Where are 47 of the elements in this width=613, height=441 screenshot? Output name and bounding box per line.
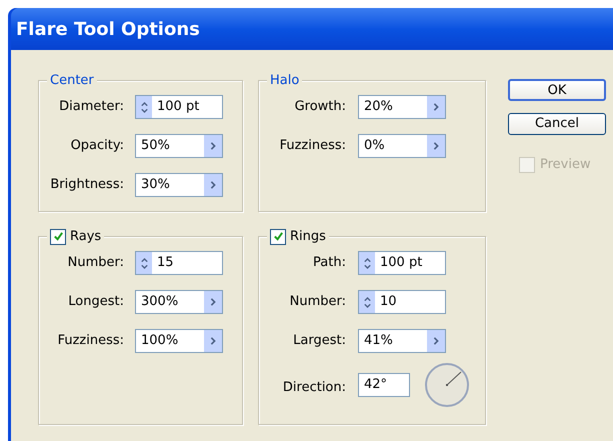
group-title: Center <box>50 72 94 90</box>
dialog-button[interactable]: Cancel <box>508 113 606 135</box>
input-field[interactable]: 50% <box>135 134 223 158</box>
checkmark-icon <box>272 231 284 242</box>
input-field[interactable]: 20% <box>358 95 446 119</box>
field-label: Diameter: <box>58 98 124 116</box>
chevron-right-icon[interactable] <box>427 135 445 157</box>
input-field[interactable]: 10 <box>358 290 446 314</box>
field-label: Growth: <box>294 98 346 116</box>
field-label: Longest: <box>67 293 124 312</box>
chevron-right-icon[interactable] <box>204 135 222 157</box>
field-label: Opacity: <box>70 137 124 156</box>
spinner-icon[interactable] <box>136 252 152 274</box>
checkbox-label: Rays <box>70 228 102 246</box>
input-field[interactable]: 300% <box>135 290 223 314</box>
field-label: Largest: <box>292 332 346 350</box>
input-field[interactable]: 100% <box>135 329 223 353</box>
field-label: Path: <box>312 254 346 272</box>
field-label: Direction: <box>282 379 346 398</box>
spinner-icon[interactable] <box>359 291 375 313</box>
checkbox[interactable] <box>270 228 286 245</box>
dialog-button[interactable]: OK <box>508 79 606 101</box>
field-label: Number: <box>66 254 124 272</box>
checkmark-icon <box>52 231 64 242</box>
window-title: Flare Tool Options <box>16 18 200 42</box>
checkbox-label: Rings <box>290 228 326 246</box>
input-field[interactable]: 30% <box>135 173 223 197</box>
field-label: Fuzziness: <box>278 137 346 156</box>
chevron-right-icon[interactable] <box>427 330 445 352</box>
chevron-right-icon[interactable] <box>204 174 222 196</box>
checkbox-label: Preview <box>540 156 591 174</box>
input-field[interactable]: 100 pt <box>358 251 446 275</box>
input-field[interactable]: 41% <box>358 329 446 353</box>
spinner-icon[interactable] <box>359 252 375 274</box>
group-title: Halo <box>270 72 300 90</box>
checkbox[interactable] <box>50 228 66 245</box>
chevron-right-icon[interactable] <box>204 291 222 313</box>
input-field[interactable]: 42° <box>358 373 410 397</box>
spinner-icon[interactable] <box>136 96 152 118</box>
field-label: Brightness: <box>49 176 124 194</box>
chevron-right-icon[interactable] <box>427 96 445 118</box>
input-field[interactable]: 100 pt <box>135 95 223 119</box>
input-field[interactable]: 15 <box>135 251 223 275</box>
field-label: Number: <box>288 293 346 312</box>
input-field[interactable]: 0% <box>358 134 446 158</box>
chevron-right-icon[interactable] <box>204 330 222 352</box>
field-label: Fuzziness: <box>56 332 124 350</box>
